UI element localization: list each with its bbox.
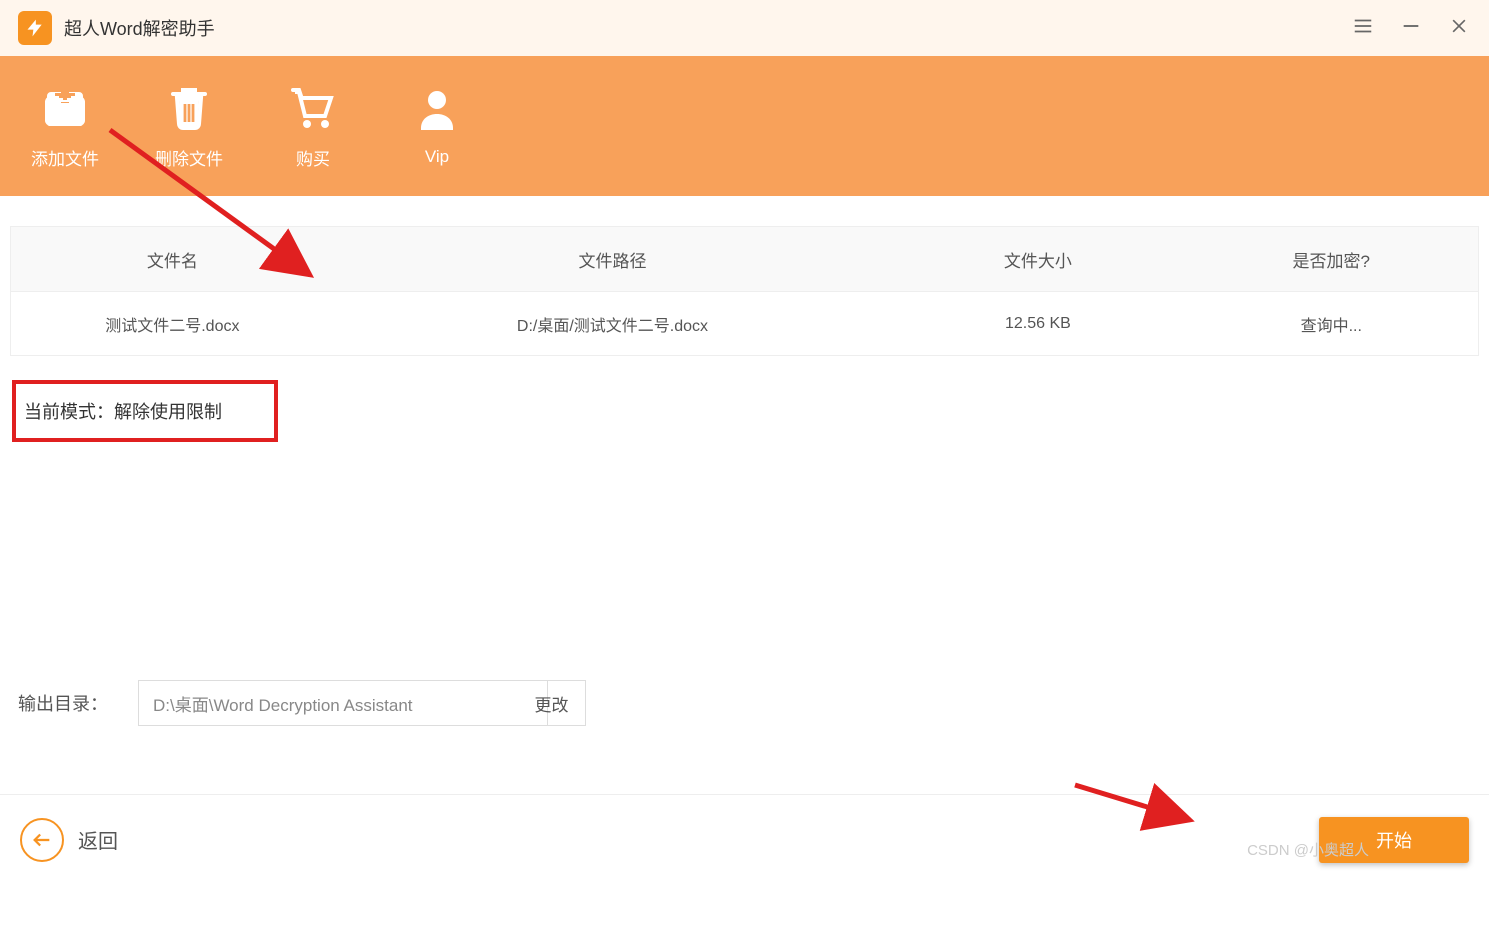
header-filepath: 文件路径	[334, 247, 891, 272]
change-output-button[interactable]: 更改	[518, 680, 586, 726]
app-title: 超人Word解密助手	[64, 15, 215, 41]
file-table: 文件名 文件路径 文件大小 是否加密? 测试文件二号.docx D:/桌面/测试…	[10, 226, 1479, 356]
close-icon[interactable]	[1447, 16, 1471, 41]
titlebar-left: 超人Word解密助手	[18, 11, 215, 45]
header-encrypted: 是否加密?	[1185, 247, 1478, 272]
window-controls	[1351, 15, 1471, 42]
minimize-icon[interactable]	[1399, 15, 1423, 42]
app-logo	[18, 11, 52, 45]
output-row: 输出目录： D:\桌面\Word Decryption Assistant 更改	[18, 680, 586, 726]
back-button[interactable]: 返回	[20, 818, 118, 862]
table-body: 测试文件二号.docx D:/桌面/测试文件二号.docx 12.56 KB 查…	[11, 291, 1478, 355]
title-bar: 超人Word解密助手	[0, 0, 1489, 56]
add-file-label: 添加文件	[31, 145, 99, 170]
user-icon	[413, 85, 461, 135]
back-label: 返回	[78, 825, 118, 854]
table-row[interactable]: 测试文件二号.docx D:/桌面/测试文件二号.docx 12.56 KB 查…	[11, 291, 1478, 355]
output-label: 输出目录：	[18, 690, 108, 716]
watermark-text: CSDN @小奥超人	[1247, 839, 1369, 860]
add-file-icon	[41, 83, 89, 133]
delete-file-button[interactable]: 删除文件	[154, 83, 224, 170]
buy-label: 购买	[296, 145, 330, 170]
vip-label: Vip	[425, 147, 449, 167]
current-mode-box: 当前模式：解除使用限制	[12, 380, 278, 442]
header-filename: 文件名	[11, 247, 334, 272]
cell-filesize: 12.56 KB	[891, 315, 1184, 333]
add-file-button[interactable]: 添加文件	[30, 83, 100, 170]
current-mode-label: 当前模式：解除使用限制	[24, 398, 222, 424]
menu-icon[interactable]	[1351, 15, 1375, 42]
cell-filename: 测试文件二号.docx	[11, 312, 334, 336]
header-filesize: 文件大小	[891, 247, 1184, 272]
cart-icon	[289, 83, 337, 133]
table-header: 文件名 文件路径 文件大小 是否加密?	[11, 227, 1478, 291]
cell-encrypted: 查询中...	[1185, 312, 1478, 336]
output-path-input[interactable]: D:\桌面\Word Decryption Assistant	[138, 680, 548, 726]
back-arrow-icon	[20, 818, 64, 862]
bolt-icon	[25, 18, 45, 38]
buy-button[interactable]: 购买	[278, 83, 348, 170]
trash-icon	[165, 83, 213, 133]
vip-button[interactable]: Vip	[402, 85, 472, 167]
cell-filepath: D:/桌面/测试文件二号.docx	[334, 312, 891, 336]
main-toolbar: 添加文件 删除文件 购买 Vip	[0, 56, 1489, 196]
delete-file-label: 删除文件	[155, 145, 223, 170]
